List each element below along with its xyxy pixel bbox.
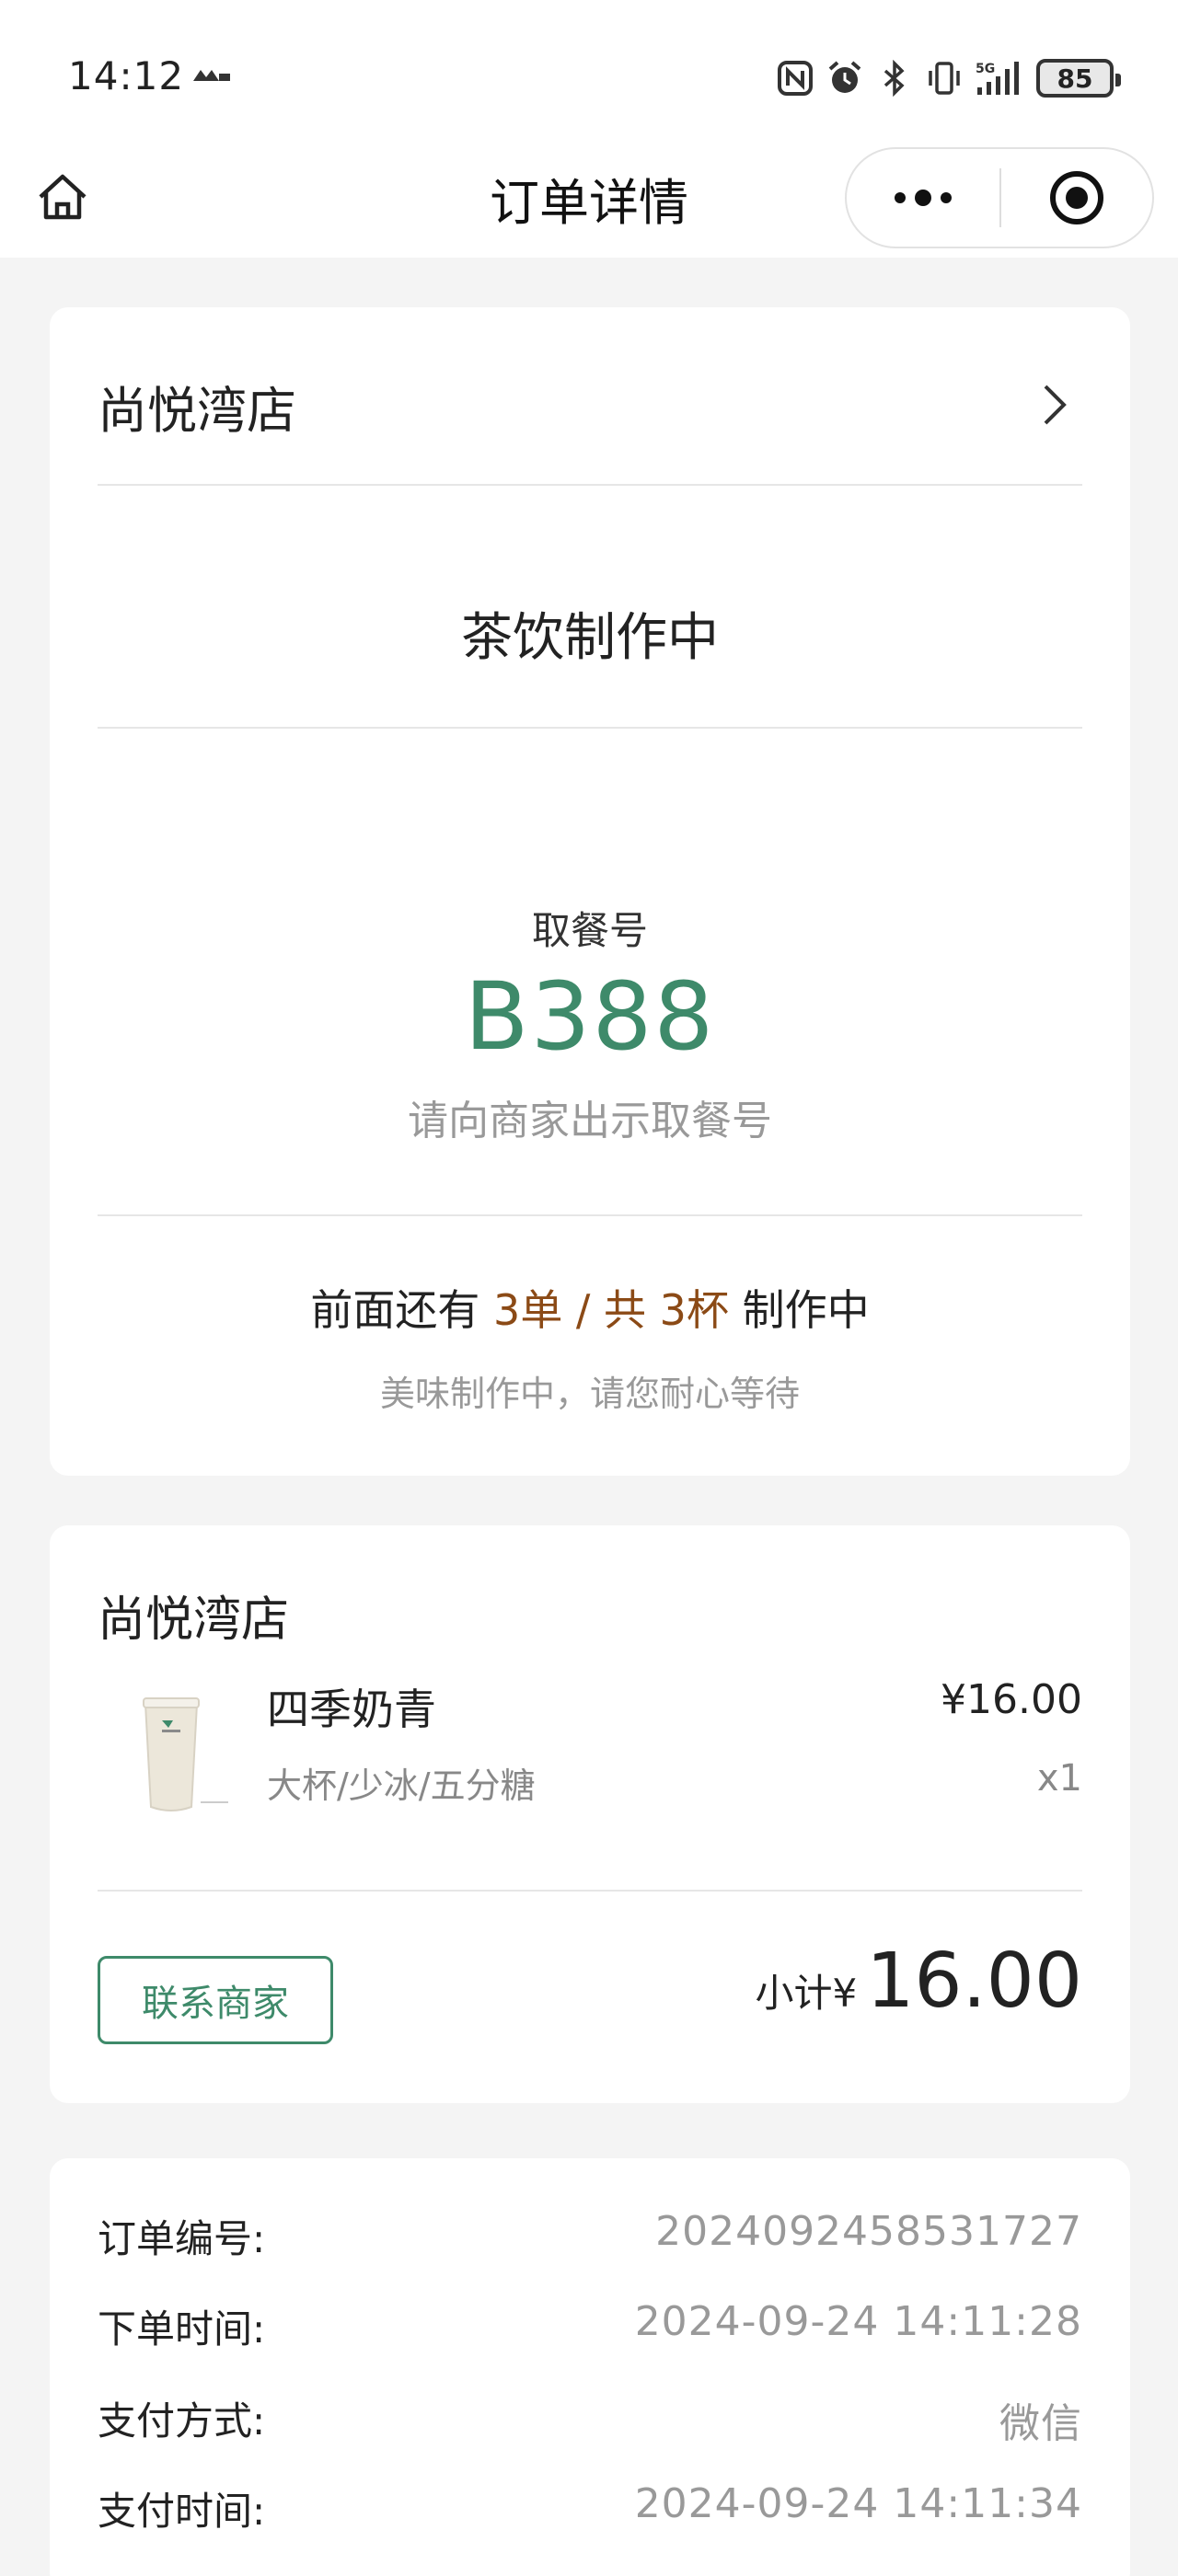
vibrate-icon — [929, 62, 960, 95]
target-close-icon — [1050, 171, 1103, 224]
order-time-row: 下单时间: 2024-09-24 14:11:28 — [98, 2298, 1082, 2357]
pickup-label: 取餐号 — [531, 908, 648, 953]
payment-time-row: 支付时间: 2024-09-24 14:11:34 — [98, 2480, 1082, 2539]
order-items-card: 尚悦湾店 四季奶青 ¥16.00 大杯/少冰/五分糖 x1 联系商家 小计¥ 1… — [50, 1525, 1130, 2103]
pickup-number: B388 — [464, 962, 716, 1072]
more-dots-icon — [895, 190, 952, 206]
info-label: 下单时间: — [98, 2306, 266, 2352]
chevron-right-icon — [1044, 385, 1067, 425]
info-label: 支付方式: — [98, 2398, 266, 2444]
contact-merchant-button[interactable]: 联系商家 — [98, 1956, 333, 2044]
divider — [98, 1890, 1082, 1892]
more-button[interactable] — [847, 149, 999, 247]
subtotal-amount: 16.00 — [866, 1938, 1082, 2025]
queue-count: 3单 / 共 3杯 — [493, 1285, 729, 1335]
info-label: 支付时间: — [98, 2489, 266, 2534]
pickup-hint: 请向商家出示取餐号 — [408, 1098, 772, 1144]
divider — [98, 484, 1082, 486]
order-number-value: 2024092458531727 — [655, 2208, 1082, 2255]
order-info-card: 订单编号: 2024092458531727 下单时间: 2024-09-24 … — [50, 2158, 1130, 2576]
status-icons: 5G 85 — [777, 57, 1121, 99]
product-name: 四季奶青 — [267, 1685, 436, 1734]
payment-method-row: 支付方式: 微信 — [98, 2390, 1082, 2449]
alarm-icon — [828, 61, 861, 93]
divider — [98, 1214, 1082, 1216]
order-status-text: 茶饮制作中 — [461, 608, 719, 668]
store-link[interactable]: 尚悦湾店 — [98, 362, 1082, 442]
order-status-card: 尚悦湾店 茶饮制作中 取餐号 B388 请向商家出示取餐号 前面还有 3单 / … — [50, 307, 1130, 1476]
store-name: 尚悦湾店 — [98, 382, 296, 440]
bluetooth-icon — [884, 60, 905, 97]
divider — [98, 727, 1082, 729]
battery-level: 85 — [1057, 63, 1093, 94]
queue-prefix: 前面还有 — [310, 1285, 494, 1335]
order-time-value: 2024-09-24 14:11:28 — [634, 2298, 1082, 2345]
status-bar: 14:12 5G 85 — [0, 0, 1178, 147]
nav-bar: 订单详情 — [0, 147, 1178, 258]
queue-status: 前面还有 3单 / 共 3杯 制作中 — [50, 1277, 1130, 1338]
payment-time-value: 2024-09-24 14:11:34 — [634, 2480, 1082, 2527]
payment-method-value: 微信 — [999, 2400, 1082, 2447]
status-time: 14:12 — [68, 53, 185, 98]
battery-indicator: 85 — [1036, 59, 1121, 98]
mini-program-capsule — [845, 147, 1154, 248]
close-mini-program-button[interactable] — [1001, 149, 1152, 247]
product-quantity: x1 — [1036, 1757, 1082, 1800]
queue-suffix: 制作中 — [728, 1285, 870, 1335]
product-price: ¥16.00 — [941, 1676, 1082, 1723]
svg-text:5G: 5G — [976, 62, 995, 76]
hd-call-icon — [193, 70, 230, 81]
product-image — [143, 1697, 228, 1811]
store-name: 尚悦湾店 — [98, 1593, 290, 1648]
queue-subtext: 美味制作中，请您耐心等待 — [379, 1374, 800, 1414]
order-number-row: 订单编号: 2024092458531727 — [98, 2208, 1082, 2267]
info-label: 订单编号: — [98, 2216, 266, 2261]
nfc-icon — [778, 61, 813, 96]
product-spec: 大杯/少冰/五分糖 — [267, 1765, 536, 1806]
subtotal-label: 小计¥ — [755, 1971, 858, 2016]
subtotal: 小计¥ 16.00 — [756, 1938, 1082, 2025]
signal-5g-icon: 5G — [976, 62, 1019, 95]
